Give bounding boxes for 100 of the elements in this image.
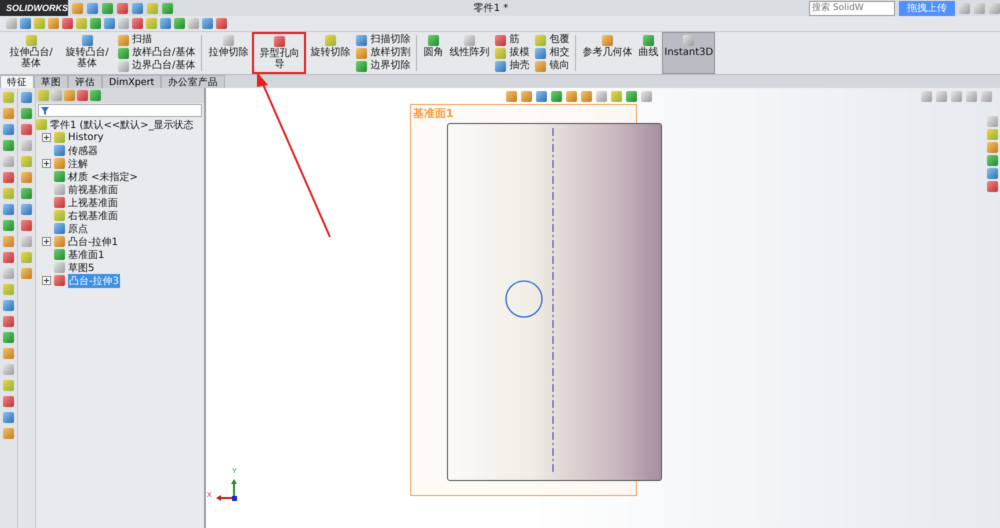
tool-icon[interactable]	[21, 188, 32, 199]
toolbar-icon[interactable]	[6, 18, 17, 29]
expand-toggle[interactable]	[42, 159, 51, 168]
ribbon-button[interactable]: 扫描切除	[354, 34, 412, 46]
toolbar-icon[interactable]	[174, 18, 185, 29]
tool-icon[interactable]	[3, 252, 14, 263]
view-tool-icon[interactable]	[626, 91, 637, 102]
ribbon-button[interactable]: 相交	[533, 47, 572, 59]
view-tool-icon[interactable]	[506, 91, 517, 102]
tool-icon[interactable]	[3, 220, 14, 231]
ribbon-button[interactable]: 包覆	[533, 34, 572, 46]
toolbar-icon[interactable]	[20, 18, 31, 29]
tree-item[interactable]: 传感器	[68, 144, 98, 158]
panel-tab-icon[interactable]	[38, 90, 49, 101]
toolbar-icon[interactable]	[87, 2, 98, 14]
ribbon-button[interactable]: 镜向	[533, 60, 572, 72]
toolbar-icon[interactable]	[188, 18, 199, 29]
tree-item[interactable]: 零件1 (默认<<默认>_显示状态	[50, 118, 194, 132]
panel-tab-icon[interactable]	[51, 90, 62, 101]
tool-icon[interactable]	[3, 412, 14, 423]
ribbon-button[interactable]: 抽壳	[493, 60, 532, 72]
toolbar-icon[interactable]	[162, 2, 173, 14]
ribbon-button[interactable]: 放样切割	[354, 47, 412, 59]
toolbar-icon[interactable]	[160, 18, 171, 29]
window-control-icon[interactable]	[966, 91, 977, 102]
tree-item[interactable]: 右视基准面	[68, 208, 118, 222]
ribbon-button[interactable]: 扫描	[116, 34, 198, 46]
tool-icon[interactable]	[3, 124, 14, 135]
tool-icon[interactable]	[21, 220, 32, 231]
tool-icon[interactable]	[21, 204, 32, 215]
toolbar-icon[interactable]	[48, 18, 59, 29]
expand-toggle[interactable]	[42, 133, 51, 142]
toolbar-icon[interactable]	[76, 18, 87, 29]
tree-item[interactable]: 材质 <未指定>	[68, 170, 138, 184]
view-tool-icon[interactable]	[536, 91, 547, 102]
tool-icon[interactable]	[21, 156, 32, 167]
view-tool-icon[interactable]	[566, 91, 577, 102]
toolbar-icon[interactable]	[34, 18, 45, 29]
ribbon-tab[interactable]: 评估	[68, 75, 102, 88]
task-pane-icon[interactable]	[987, 181, 998, 192]
task-pane-icon[interactable]	[987, 116, 998, 127]
ribbon-button[interactable]: 旋转凸台/基体	[60, 32, 114, 74]
task-pane-icon[interactable]	[987, 142, 998, 153]
ribbon-tab[interactable]: 办公室产品	[161, 75, 226, 88]
panel-tab-icon[interactable]	[64, 90, 75, 101]
toolbar-icon[interactable]	[117, 2, 128, 14]
tool-icon[interactable]	[3, 92, 14, 103]
tool-icon[interactable]	[3, 236, 14, 247]
toolbar-icon[interactable]	[147, 2, 158, 14]
tool-icon[interactable]	[3, 380, 14, 391]
tree-item[interactable]: 基准面1	[68, 248, 104, 262]
window-control-icon[interactable]	[981, 91, 992, 102]
toolbar-icon[interactable]	[132, 2, 143, 14]
toolbar-icon[interactable]	[104, 18, 115, 29]
expand-toggle[interactable]	[42, 237, 51, 246]
tool-icon[interactable]	[3, 204, 14, 215]
ribbon-tab[interactable]: 特征	[0, 75, 34, 88]
view-tool-icon[interactable]	[581, 91, 592, 102]
ribbon-button[interactable]: 边界凸台/基体	[116, 60, 198, 72]
tool-icon[interactable]	[21, 268, 32, 279]
view-tool-icon[interactable]	[551, 91, 562, 102]
tool-icon[interactable]	[3, 140, 14, 151]
task-pane-icon[interactable]	[987, 129, 998, 140]
window-control-icon[interactable]	[936, 91, 947, 102]
task-pane-icon[interactable]	[987, 168, 998, 179]
view-tool-icon[interactable]	[596, 91, 607, 102]
window-control-icon[interactable]	[974, 2, 986, 14]
toolbar-icon[interactable]	[72, 2, 83, 14]
tool-icon[interactable]	[21, 140, 32, 151]
ribbon-button[interactable]: 边界切除	[354, 60, 412, 72]
tool-icon[interactable]	[3, 316, 14, 327]
toolbar-icon[interactable]	[132, 18, 143, 29]
tree-item[interactable]: History	[68, 132, 104, 143]
tool-icon[interactable]	[21, 92, 32, 103]
window-control-icon[interactable]	[959, 2, 970, 14]
ribbon-button[interactable]: 筋	[493, 34, 532, 46]
tree-item[interactable]: 注解	[68, 156, 88, 170]
toolbar-icon[interactable]	[90, 18, 101, 29]
ribbon-button[interactable]: 放样凸台/基体	[116, 47, 198, 59]
ribbon-button[interactable]: 参考几何体	[580, 32, 634, 74]
tree-item[interactable]: 草图5	[68, 260, 94, 274]
expand-toggle[interactable]	[42, 276, 51, 285]
filter-icon[interactable]	[41, 106, 49, 114]
tool-icon[interactable]	[3, 268, 14, 279]
task-pane-icon[interactable]	[987, 155, 998, 166]
tree-item[interactable]: 原点	[68, 222, 88, 236]
tool-icon[interactable]	[21, 236, 32, 247]
ribbon-button[interactable]: 旋转切除	[308, 32, 352, 74]
toolbar-icon[interactable]	[202, 18, 213, 29]
ribbon-button[interactable]: 异型孔向导	[252, 32, 306, 74]
tool-icon[interactable]	[3, 284, 14, 295]
tool-icon[interactable]	[3, 396, 14, 407]
ribbon-button[interactable]: Instant3D	[662, 32, 716, 74]
tool-icon[interactable]	[3, 172, 14, 183]
ribbon-button[interactable]: 圆角	[421, 32, 446, 74]
ribbon-button[interactable]: 拉伸切除	[206, 32, 250, 74]
search-field[interactable]: 搜索 SolidW	[809, 0, 896, 16]
tool-icon[interactable]	[21, 124, 32, 135]
tool-icon[interactable]	[21, 252, 32, 263]
tool-icon[interactable]	[3, 108, 14, 119]
